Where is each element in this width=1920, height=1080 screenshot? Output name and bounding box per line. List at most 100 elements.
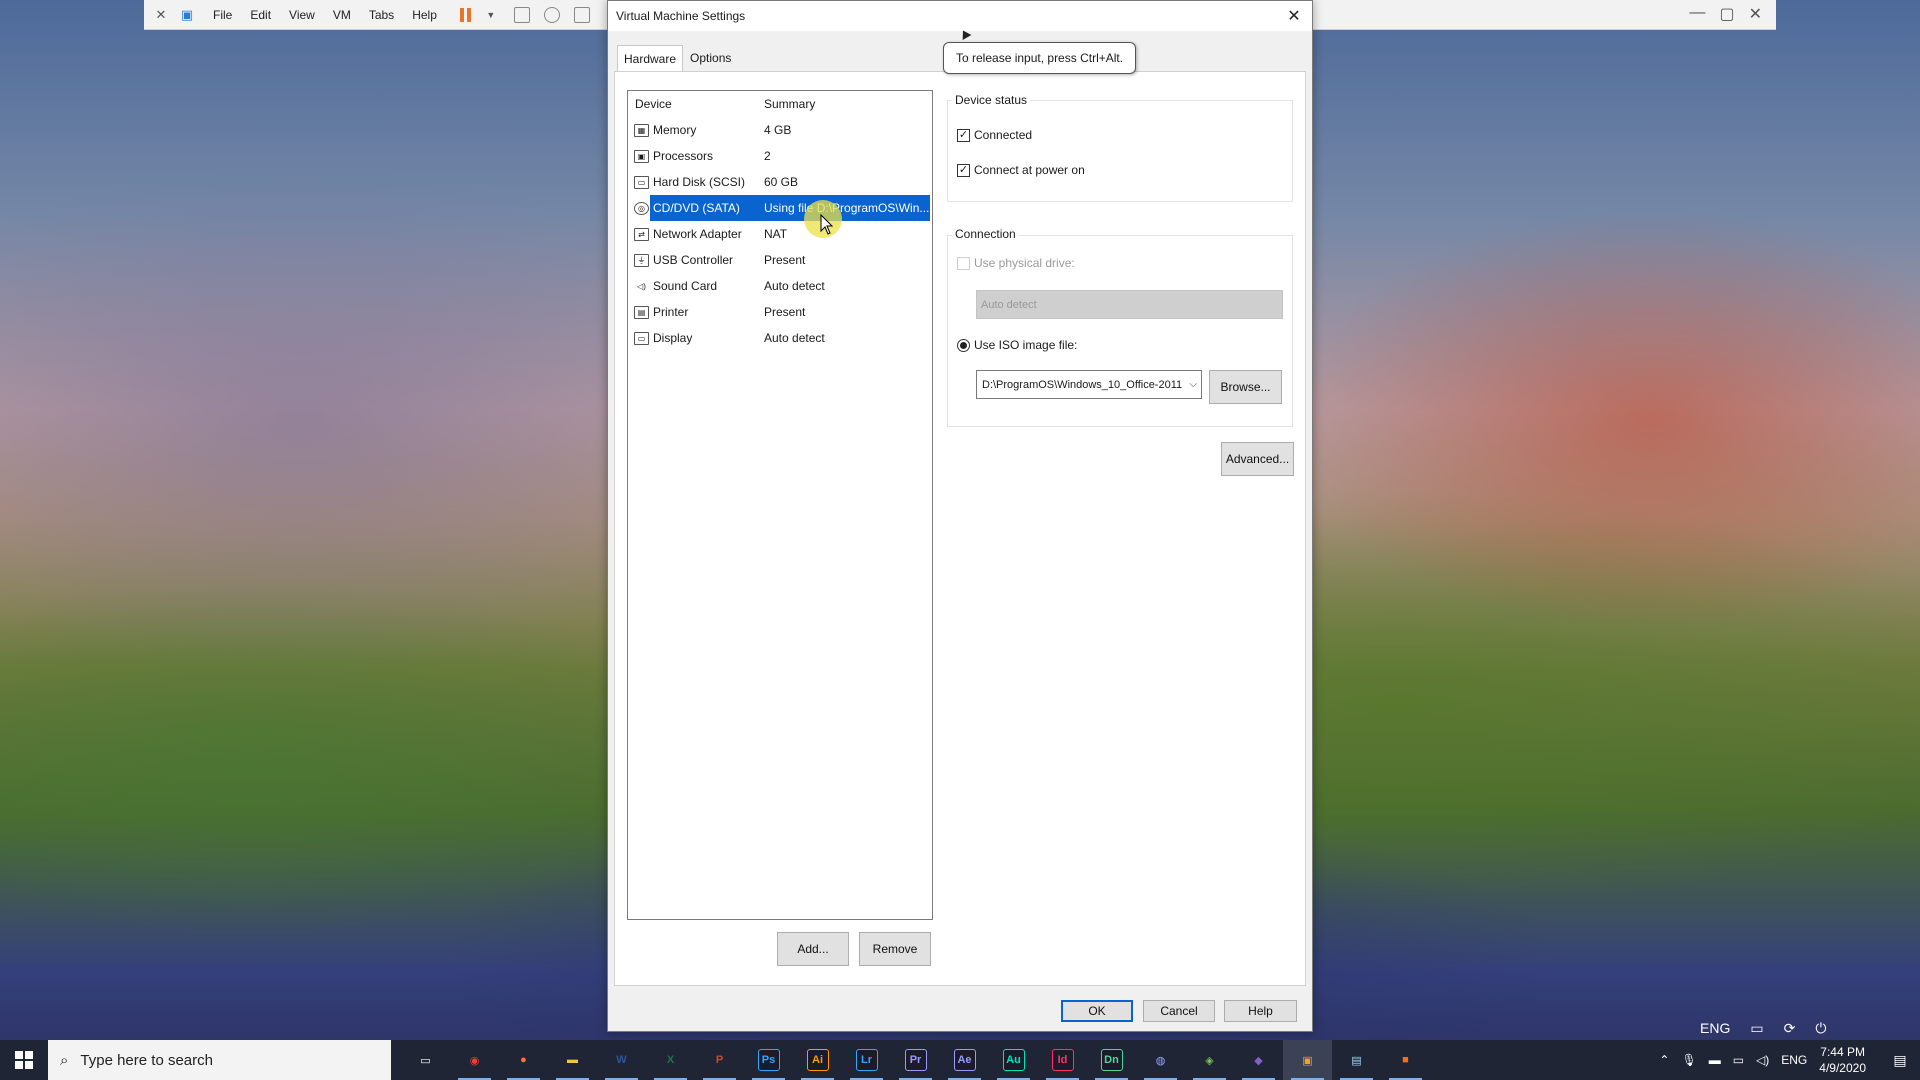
taskbar-app-word[interactable]: W <box>597 1040 646 1080</box>
device-list[interactable]: Device Summary ▦ Memory 4 GB ▣ Processors … <box>627 90 933 920</box>
device-row-processors[interactable]: ▣ Processors 2 <box>628 143 932 169</box>
iso-image-radio[interactable] <box>957 338 970 352</box>
device-row-usb-controller[interactable]: ⏚ USB Controller Present <box>628 247 932 273</box>
windows-logo-icon <box>15 1051 33 1069</box>
column-summary[interactable]: Summary <box>764 97 932 111</box>
start-button[interactable] <box>0 1040 48 1080</box>
menu-view[interactable]: View <box>280 8 324 22</box>
taskbar-app-task-view[interactable]: ▭ <box>401 1040 450 1080</box>
mouse-cursor-icon <box>820 214 834 235</box>
volume-icon[interactable]: ◁) <box>1756 1053 1769 1067</box>
connected-label: Connected <box>974 128 1033 142</box>
taskbar-app-audition[interactable]: Au <box>989 1040 1038 1080</box>
clock[interactable]: 7:44 PM 4/9/2020 <box>1819 1044 1866 1076</box>
taskbar-app-app-orange[interactable]: ■ <box>1381 1040 1430 1080</box>
language-indicator[interactable]: ENG <box>1781 1053 1807 1067</box>
dropdown-icon[interactable]: ▼ <box>482 6 500 24</box>
restore-icon[interactable]: ▢ <box>1719 4 1734 24</box>
vm-settings-dialog: Virtual Machine Settings ✕ Hardware Opti… <box>607 0 1313 1032</box>
taskbar-app-after-effects[interactable]: Ae <box>940 1040 989 1080</box>
speaker-icon: ◁) <box>637 281 646 291</box>
connected-checkbox[interactable]: ✓ <box>957 128 970 142</box>
taskbar-app-visual-studio[interactable]: ◆ <box>1234 1040 1283 1080</box>
taskbar-app-premiere[interactable]: Pr <box>891 1040 940 1080</box>
menu-file[interactable]: File <box>204 8 241 22</box>
dialog-close-icon[interactable]: ✕ <box>1282 4 1306 28</box>
taskbar-search[interactable]: ⌕ Type here to search <box>48 1040 391 1080</box>
ok-button[interactable]: OK <box>1061 1000 1133 1022</box>
microphone-icon[interactable]: 🎙 <box>1681 1053 1696 1067</box>
taskbar-app-indesign[interactable]: Id <box>1038 1040 1087 1080</box>
connected-checkbox-row[interactable]: ✓ Connected <box>957 128 1032 142</box>
browse-button[interactable]: Browse... <box>1209 370 1282 404</box>
dialog-title-bar[interactable]: Virtual Machine Settings ✕ <box>608 1 1312 31</box>
physical-drive-radio[interactable] <box>957 256 970 270</box>
pause-icon[interactable] <box>459 7 474 22</box>
device-row-printer[interactable]: ▤ Printer Present <box>628 299 932 325</box>
taskbar-app-firefox[interactable]: ● <box>499 1040 548 1080</box>
overlay-language[interactable]: ENG <box>1700 1020 1730 1037</box>
word-icon: W <box>616 1054 627 1066</box>
snapshot-icon[interactable] <box>543 6 560 23</box>
taskbar-app-android-studio[interactable]: ◈ <box>1185 1040 1234 1080</box>
device-name: CD/DVD (SATA) <box>653 201 740 215</box>
revert-snapshot-icon[interactable] <box>573 6 590 23</box>
powerpoint-icon: P <box>715 1054 724 1066</box>
clock-time: 7:44 PM <box>1820 1045 1865 1059</box>
taskbar-app-file-explorer[interactable]: ▬ <box>548 1040 597 1080</box>
device-name: USB Controller <box>653 253 734 267</box>
remove-device-button[interactable]: Remove <box>859 932 931 966</box>
chevron-down-icon[interactable]: ⌵ <box>1189 379 1197 390</box>
taskbar-app-vmware[interactable]: ▣ <box>1283 1040 1332 1080</box>
notification-icon[interactable]: ▤ <box>1880 1040 1920 1080</box>
taskbar-app-lightroom[interactable]: Lr <box>842 1040 891 1080</box>
taskbar-app-illustrator[interactable]: Ai <box>793 1040 842 1080</box>
device-row-hard-disk[interactable]: ▭ Hard Disk (SCSI) 60 GB <box>628 169 932 195</box>
chevron-up-icon[interactable]: ⌃ <box>1659 1053 1669 1067</box>
menu-tabs[interactable]: Tabs <box>360 8 403 22</box>
sync-icon[interactable]: ⟳ <box>1784 1020 1796 1037</box>
menu-edit[interactable]: Edit <box>241 8 280 22</box>
add-device-button[interactable]: Add... <box>777 932 849 966</box>
help-button[interactable]: Help <box>1224 1000 1297 1022</box>
audition-icon: Au <box>1002 1049 1025 1071</box>
device-name: Processors <box>653 149 714 163</box>
connect-power-on-checkbox[interactable]: ✓ <box>957 163 970 177</box>
vmware-icon: ▣ <box>1302 1054 1313 1067</box>
device-row-display[interactable]: ▭ Display Auto detect <box>628 325 932 351</box>
taskbar-app-dimension[interactable]: Dn <box>1087 1040 1136 1080</box>
device-row-network-adapter[interactable]: ⇄ Network Adapter NAT <box>628 221 932 247</box>
taskbar-app-excel[interactable]: X <box>646 1040 695 1080</box>
physical-drive-radio-row[interactable]: Use physical drive: <box>957 256 1075 270</box>
close-icon[interactable]: ✕ <box>1749 4 1762 24</box>
tab-options[interactable]: Options <box>683 45 738 71</box>
device-row-memory[interactable]: ▦ Memory 4 GB <box>628 117 932 143</box>
menu-vm[interactable]: VM <box>324 8 360 22</box>
taskbar-app-notepad[interactable]: ▤ <box>1332 1040 1381 1080</box>
search-placeholder: Type here to search <box>80 1051 213 1069</box>
device-row-cd-dvd[interactable]: ◎ CD/DVD (SATA) Using file D:\ProgramOS\W… <box>628 195 932 221</box>
network-icon[interactable]: ▭ <box>1733 1053 1744 1067</box>
monitor-icon[interactable]: ▭ <box>1750 1020 1763 1037</box>
send-keys-icon[interactable] <box>513 6 530 23</box>
power-icon[interactable]: ⏻ <box>1815 1020 1826 1037</box>
advanced-button[interactable]: Advanced... <box>1221 442 1294 476</box>
menu-help[interactable]: Help <box>403 8 446 22</box>
display-icon: ▭ <box>634 331 649 345</box>
iso-image-radio-row[interactable]: Use ISO image file: <box>957 338 1077 352</box>
taskbar-app-photoshop[interactable]: Ps <box>744 1040 793 1080</box>
usb-icon: ⏚ <box>634 253 649 267</box>
minimize-icon[interactable]: — <box>1689 4 1705 24</box>
cancel-button[interactable]: Cancel <box>1143 1000 1215 1022</box>
pin-icon[interactable]: ✕ <box>152 6 170 24</box>
taskbar-app-powerpoint[interactable]: P <box>695 1040 744 1080</box>
taskbar-app-cinema4d[interactable]: ◍ <box>1136 1040 1185 1080</box>
connect-power-on-checkbox-row[interactable]: ✓ Connect at power on <box>957 163 1085 177</box>
column-device[interactable]: Device <box>628 97 764 111</box>
iso-path-combo[interactable]: D:\ProgramOS\Windows_10_Office-2011 ⌵ <box>976 370 1202 399</box>
battery-icon[interactable]: ▬ <box>1709 1053 1721 1067</box>
device-row-sound-card[interactable]: ◁) Sound Card Auto detect <box>628 273 932 299</box>
physical-drive-select[interactable]: Auto detect <box>976 290 1283 319</box>
taskbar-app-chrome[interactable]: ◉ <box>450 1040 499 1080</box>
tab-hardware[interactable]: Hardware <box>617 45 684 71</box>
